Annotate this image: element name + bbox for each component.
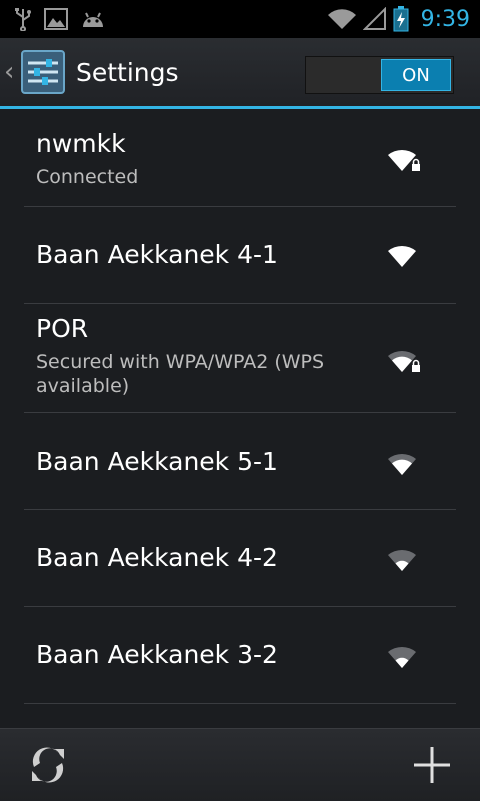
wifi-signal-icon bbox=[388, 245, 416, 267]
image-icon bbox=[44, 8, 68, 30]
wifi-toggle[interactable]: ON bbox=[305, 56, 454, 94]
wifi-signal-icon bbox=[388, 453, 416, 475]
network-row[interactable]: Baan Aekkanek 4-2 bbox=[24, 510, 456, 606]
action-bar: ‹ Settings ON bbox=[0, 38, 480, 106]
network-row[interactable]: Baan Aekkanek 4-1 bbox=[24, 207, 456, 303]
list-divider bbox=[24, 703, 456, 704]
wifi-toggle-label: ON bbox=[402, 64, 430, 86]
up-chevron-icon[interactable]: ‹ bbox=[4, 57, 16, 87]
network-row[interactable]: Baan Aekkanek 5-1 bbox=[24, 413, 456, 509]
add-icon[interactable] bbox=[408, 741, 456, 789]
android-icon bbox=[83, 12, 103, 27]
scan-icon[interactable] bbox=[24, 741, 72, 789]
network-row[interactable]: Baan Aekkanek 3-2 bbox=[24, 607, 456, 703]
network-name: Baan Aekkanek 4-2 bbox=[36, 543, 278, 572]
network-status: Secured with WPA/WPA2 (WPS available) bbox=[36, 351, 325, 397]
wifi-lock-signal-icon bbox=[388, 149, 420, 171]
cell-signal-icon bbox=[362, 7, 386, 30]
network-name: Baan Aekkanek 5-1 bbox=[36, 447, 278, 476]
usb-icon bbox=[15, 8, 31, 31]
settings-app-icon[interactable] bbox=[20, 49, 66, 95]
network-status: Connected bbox=[36, 166, 139, 188]
network-name: nwmkk bbox=[36, 129, 126, 158]
wifi-signal-icon bbox=[388, 646, 416, 668]
network-name: Baan Aekkanek 4-1 bbox=[36, 240, 278, 269]
wifi-signal-icon bbox=[388, 549, 416, 571]
wifi-lock-signal-icon bbox=[388, 350, 420, 372]
wifi-toggle-thumb: ON bbox=[381, 59, 451, 91]
clock: 9:39 bbox=[420, 6, 470, 32]
battery-icon bbox=[393, 6, 409, 32]
network-row[interactable]: POR Secured with WPA/WPA2 (WPS available… bbox=[24, 304, 456, 412]
bottom-action-bar bbox=[0, 728, 480, 801]
network-name: Baan Aekkanek 3-2 bbox=[36, 640, 278, 669]
wifi-icon bbox=[327, 9, 356, 29]
status-bar: 9:39 bbox=[0, 0, 480, 38]
network-name: POR bbox=[36, 314, 89, 343]
page-title[interactable]: Settings bbox=[76, 58, 179, 87]
network-row[interactable]: nwmkk Connected bbox=[24, 109, 456, 206]
